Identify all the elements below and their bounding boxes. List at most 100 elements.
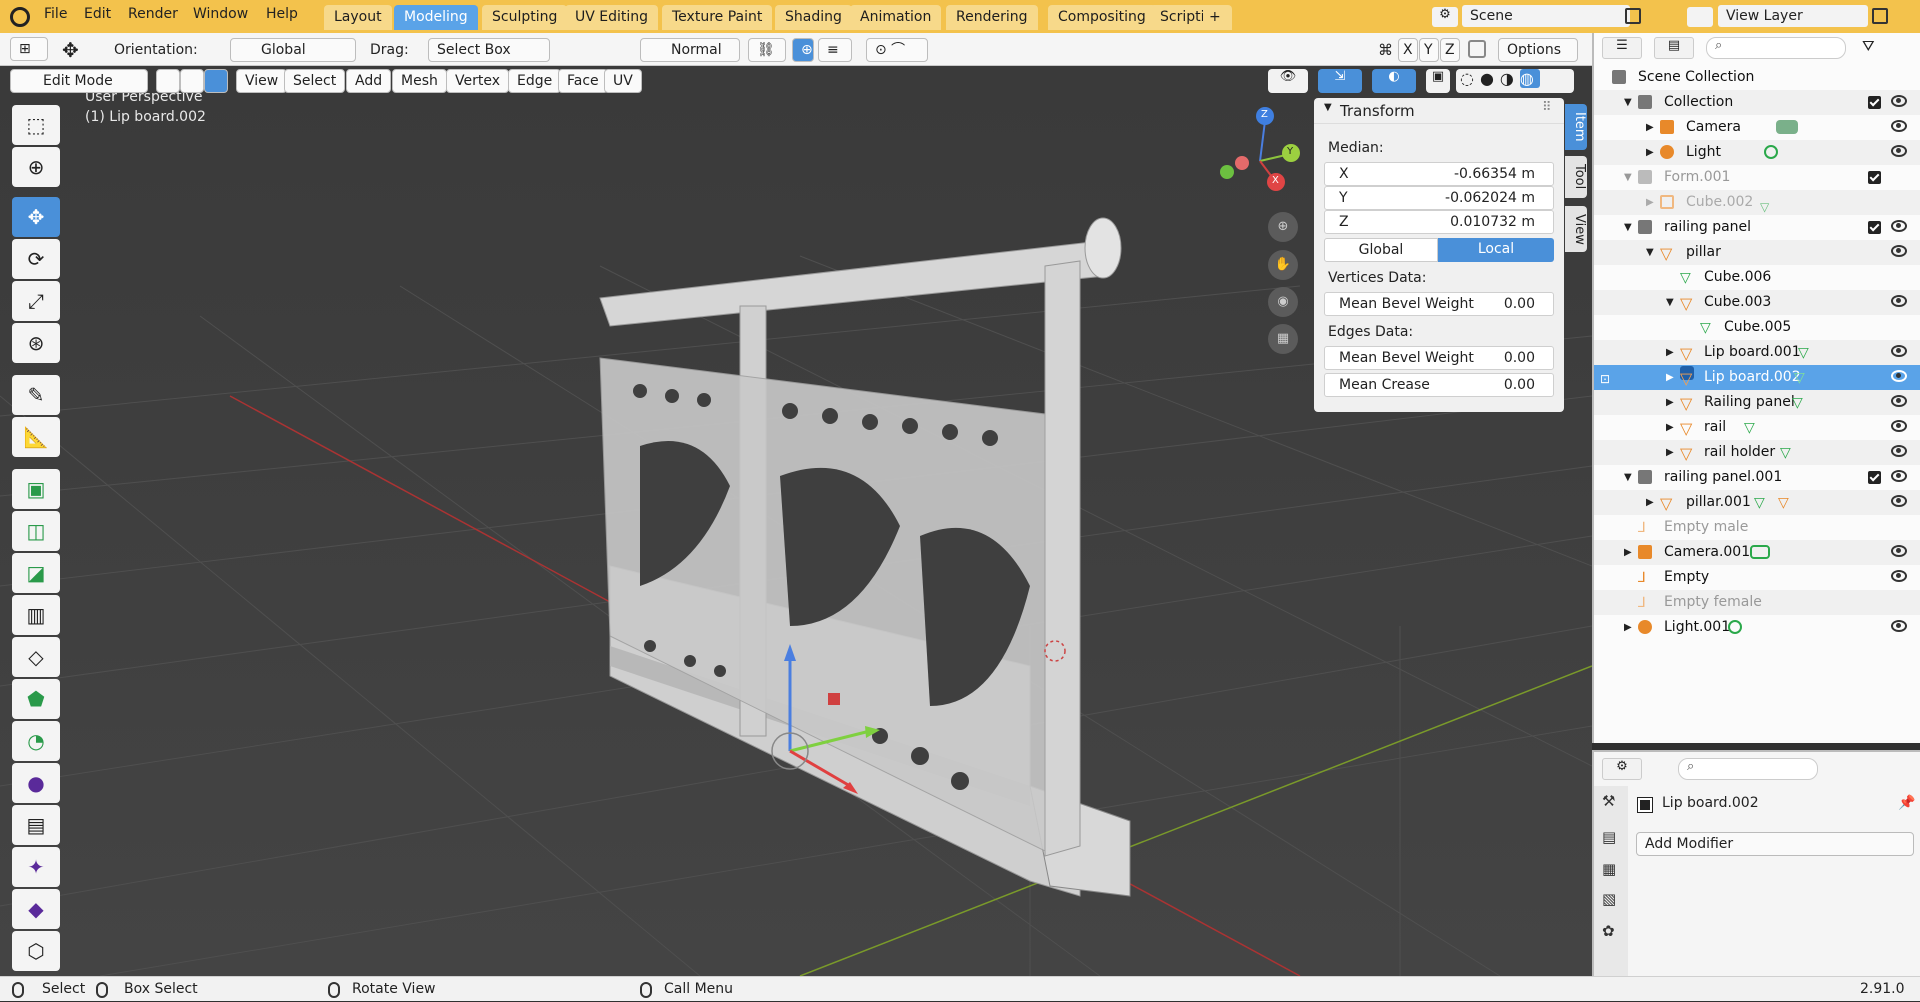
extrude-tool-icon[interactable]: ▣	[12, 469, 60, 509]
view-layer-tab-icon[interactable]: ▧	[1602, 890, 1616, 908]
global-toggle[interactable]: Global	[1324, 238, 1438, 262]
eye-icon[interactable]	[1891, 345, 1907, 357]
outliner-row-form-001[interactable]: ▼ Form.001	[1594, 165, 1920, 190]
outliner-row-light[interactable]: ▶ Light	[1594, 140, 1920, 165]
exclude-checkbox[interactable]	[1868, 96, 1881, 109]
outliner-row-railing-panel-001[interactable]: ▼ railing panel.001	[1594, 465, 1920, 490]
light-data-icon[interactable]	[1764, 145, 1778, 159]
menu-vertex[interactable]: Vertex	[446, 69, 510, 93]
eye-icon[interactable]	[1891, 545, 1907, 557]
options-dropdown[interactable]: Options	[1498, 38, 1578, 62]
eye-icon[interactable]	[1891, 395, 1907, 407]
menu-face[interactable]: Face	[558, 69, 608, 93]
mode-dropdown[interactable]: Edit Mode	[10, 69, 148, 93]
edit-mode-icon[interactable]: ⊡	[1600, 367, 1614, 386]
children-icon[interactable]: ▽	[1778, 491, 1792, 511]
scale-tool-icon[interactable]: ⤢	[12, 281, 60, 321]
rip-tool-icon[interactable]: ⬡	[12, 931, 60, 971]
pivot-dropdown[interactable]: Normal	[640, 38, 740, 62]
menu-file[interactable]: File	[44, 6, 67, 22]
median-x-field[interactable]: X -0.66354 m	[1324, 162, 1554, 186]
snap-toggle-icon[interactable]: ⊕	[792, 38, 814, 62]
mesh-data-icon[interactable]: ▽	[1754, 491, 1768, 511]
tab-modeling[interactable]: Modeling	[394, 5, 478, 30]
loop-cut-tool-icon[interactable]: ▥	[12, 595, 60, 635]
auto-merge-icon[interactable]	[1468, 40, 1486, 58]
menu-view[interactable]: View	[236, 69, 288, 93]
outliner-row-pillar-001[interactable]: ▶ ▽ pillar.001 ▽ ▽	[1594, 490, 1920, 515]
tab-view[interactable]: View	[1565, 206, 1587, 252]
inset-tool-icon[interactable]: ◫	[12, 511, 60, 551]
outliner-search-input[interactable]: ⌕	[1706, 37, 1846, 59]
outliner-row-cube-005[interactable]: ▽ Cube.005	[1594, 315, 1920, 340]
navigation-gizmo[interactable]: Z Y X	[1210, 106, 1300, 214]
median-y-field[interactable]: Y -0.062024 m	[1324, 186, 1554, 210]
camera-view-icon[interactable]: ◉	[1268, 287, 1298, 317]
eye-icon[interactable]	[1891, 570, 1907, 582]
render-tab-icon[interactable]: ▤	[1602, 828, 1616, 846]
tool-tab-icon[interactable]: ⚒	[1602, 792, 1615, 810]
drag-handle-icon[interactable]: ⠿	[1542, 100, 1552, 115]
scene-field[interactable]: Scene	[1462, 5, 1630, 27]
output-tab-icon[interactable]: ▦	[1602, 860, 1616, 878]
view-layer-field[interactable]: View Layer	[1718, 5, 1868, 27]
rotate-tool-icon[interactable]: ⟳	[12, 239, 60, 279]
poly-build-tool-icon[interactable]: ⬟	[12, 679, 60, 719]
outliner-editor-icon[interactable]: ☰	[1602, 37, 1642, 59]
tab-sculpting[interactable]: Sculpting	[482, 5, 568, 30]
ortho-grid-icon[interactable]: ▦	[1268, 324, 1298, 354]
outliner-row-rail-holder[interactable]: ▶ ▽ rail holder ▽	[1594, 440, 1920, 465]
spin-tool-icon[interactable]: ◔	[12, 721, 60, 761]
select-box-tool-icon[interactable]: ⬚	[12, 105, 60, 145]
mesh-data-icon[interactable]: ▽	[1760, 195, 1774, 214]
outliner-row-pillar[interactable]: ▼ ▽ pillar	[1594, 240, 1920, 265]
vertex-select-icon[interactable]	[156, 69, 180, 93]
outliner-row-empty-female[interactable]: ⅃ Empty female	[1594, 590, 1920, 615]
transform-panel-header[interactable]: ▼ Transform ⠿	[1314, 98, 1564, 124]
vertex-bevel-weight-field[interactable]: Mean Bevel Weight 0.00	[1324, 292, 1554, 316]
mesh-data-icon[interactable]: ▽	[1792, 391, 1806, 411]
mirror-z-toggle[interactable]: Z	[1440, 38, 1460, 62]
menu-edit[interactable]: Edit	[84, 6, 111, 22]
move-tool-button-icon[interactable]: ✥	[12, 197, 60, 237]
eye-icon[interactable]	[1891, 295, 1907, 307]
exclude-checkbox[interactable]	[1868, 171, 1881, 184]
eye-icon[interactable]	[1891, 120, 1907, 132]
mesh-data-icon[interactable]: ▽	[1798, 341, 1812, 361]
shrink-fatten-tool-icon[interactable]: ✦	[12, 847, 60, 887]
mirror-icon[interactable]: ⌘	[1378, 41, 1393, 59]
eye-icon[interactable]	[1891, 95, 1907, 107]
proportional-edit-icon[interactable]: ⊙ ⌒	[866, 38, 928, 62]
eye-icon[interactable]	[1891, 470, 1907, 482]
outliner-row-lip-board-002[interactable]: ⊡ ▶ ▽ Lip board.002 ▽	[1594, 365, 1920, 390]
properties-search-input[interactable]: ⌕	[1678, 758, 1818, 780]
mesh-data-icon[interactable]: ▽	[1780, 441, 1794, 461]
tab-layout[interactable]: Layout	[324, 5, 392, 30]
tab-rendering[interactable]: Rendering	[946, 5, 1038, 30]
outliner-row-railing-panel-object[interactable]: ▶ ▽ Railing panel ▽	[1594, 390, 1920, 415]
mirror-y-toggle[interactable]: Y	[1419, 38, 1439, 62]
outliner-row-camera[interactable]: ▶ Camera	[1594, 115, 1920, 140]
mesh-data-icon[interactable]: ▽	[1794, 366, 1808, 386]
menu-uv[interactable]: UV	[604, 69, 642, 93]
add-workspace-button[interactable]: +	[1203, 5, 1227, 30]
editor-type-icon[interactable]: ⊞	[10, 37, 48, 61]
menu-select[interactable]: Select	[284, 69, 346, 93]
snap-link-icon[interactable]: ⛓	[748, 38, 786, 62]
exclude-checkbox[interactable]	[1868, 221, 1881, 234]
copy-scene-icon[interactable]	[1625, 8, 1641, 24]
snap-type-icon[interactable]: ≡	[818, 38, 852, 62]
tab-item[interactable]: Item	[1565, 104, 1587, 150]
measure-tool-icon[interactable]: 📐	[12, 417, 60, 457]
outliner-row-cube-002[interactable]: ▶ Cube.002 ▽	[1594, 190, 1920, 215]
mean-crease-field[interactable]: Mean Crease 0.00	[1324, 373, 1554, 397]
edge-slide-tool-icon[interactable]: ▤	[12, 805, 60, 845]
menu-help[interactable]: Help	[266, 6, 298, 22]
median-z-field[interactable]: Z 0.010732 m	[1324, 210, 1554, 234]
outliner-row-camera-001[interactable]: ▶ Camera.001	[1594, 540, 1920, 565]
eye-icon[interactable]	[1891, 495, 1907, 507]
orientation-dropdown[interactable]: Global	[230, 38, 356, 62]
scene-tab-icon[interactable]: ✿	[1602, 922, 1615, 940]
pin-icon[interactable]: 📌	[1898, 795, 1915, 811]
scene-icon[interactable]: ⚙	[1432, 7, 1458, 27]
